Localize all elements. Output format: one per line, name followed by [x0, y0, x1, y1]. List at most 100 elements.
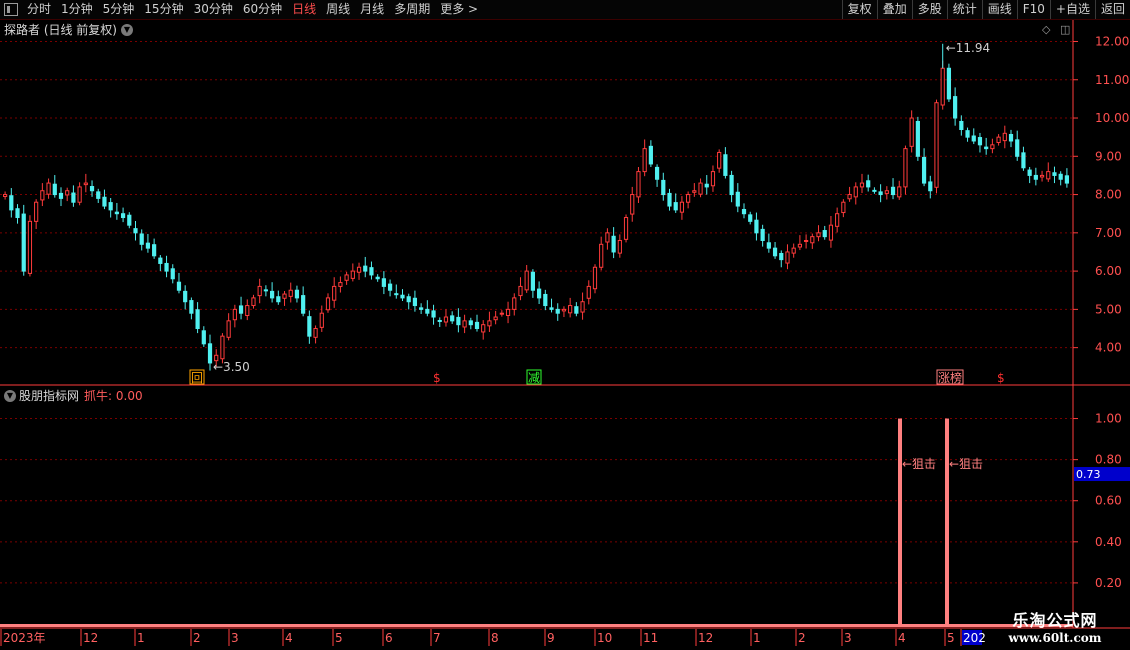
candle-body-129	[804, 239, 809, 242]
date-label-7: 6	[385, 631, 393, 645]
candle-body-114	[710, 171, 716, 187]
candle-body-38	[238, 305, 244, 314]
candle-body-109	[679, 201, 685, 213]
candle-body-107	[667, 192, 672, 207]
watermark: 乐淘公式网 www.60lt.com	[985, 607, 1125, 645]
candle-body-85	[530, 271, 535, 291]
date-label-15: 2	[798, 631, 806, 645]
date-label-5: 4	[285, 631, 293, 645]
candle-body-2	[15, 208, 20, 219]
candle-body-45	[282, 293, 287, 299]
candle-body-148	[921, 156, 927, 184]
date-label-11: 10	[597, 631, 612, 645]
candle-body-159	[990, 144, 995, 150]
candle-body-131	[816, 232, 821, 238]
candle-body-12	[77, 186, 82, 203]
candle-body-58	[363, 265, 368, 272]
candle-body-140	[872, 189, 877, 192]
candle-body-22	[139, 233, 144, 245]
low-price-label: ←3.50	[213, 360, 250, 374]
candle-body-168	[1046, 171, 1051, 180]
candle-body-31	[195, 309, 200, 330]
candle-body-68	[425, 308, 430, 314]
candle-body-76	[474, 321, 480, 330]
candle-body-63	[394, 293, 399, 296]
main-tick-label-0: 4.00	[1095, 341, 1122, 355]
marker-1: $	[433, 371, 441, 385]
main-tick-label-1: 5.00	[1095, 302, 1122, 316]
candle-body-36	[226, 320, 231, 338]
candle-body-1	[9, 195, 14, 211]
candle-body-61	[381, 278, 386, 287]
candle-body-163	[1015, 139, 1020, 157]
candle-body-94	[586, 285, 591, 299]
date-label-4: 3	[231, 631, 239, 645]
main-tick-label-8: 12.00	[1095, 34, 1129, 48]
candle-body-132	[822, 230, 827, 238]
candle-body-112	[698, 182, 703, 195]
date-label-10: 9	[547, 631, 555, 645]
candle-body-75	[468, 320, 473, 326]
candle-body-108	[673, 202, 678, 211]
candle-body-166	[1033, 174, 1038, 180]
candle-body-65	[406, 296, 411, 303]
candle-body-50	[313, 328, 318, 338]
date-label-6: 5	[335, 631, 343, 645]
main-tick-label-7: 11.00	[1095, 73, 1129, 87]
candle-body-78	[487, 320, 492, 327]
indicator-value-badge-text: 0.73	[1076, 468, 1101, 481]
marker-2: 减	[528, 371, 540, 385]
candle-body-103	[642, 148, 647, 173]
marker-3: 涨榜	[938, 370, 962, 385]
candle-body-51	[319, 312, 324, 328]
candle-body-97	[605, 232, 610, 243]
candle-body-111	[692, 190, 697, 193]
signal-label-0: ←狙击	[902, 457, 936, 471]
candle-body-141	[878, 191, 883, 196]
candle-body-59	[369, 267, 374, 276]
date-label-14: 1	[753, 631, 761, 645]
main-tick-label-6: 10.00	[1095, 111, 1129, 125]
date-label-13: 12	[698, 631, 713, 645]
candle-body-79	[493, 316, 498, 321]
candle-body-153	[953, 96, 958, 119]
candle-body-169	[1052, 172, 1057, 176]
candle-body-106	[661, 179, 666, 196]
candle-body-29	[183, 290, 188, 303]
candle-body-161	[1002, 132, 1007, 142]
candle-body-113	[704, 183, 709, 188]
candle-body-170	[1058, 173, 1063, 180]
candle-body-71	[443, 316, 449, 323]
date-label-17: 4	[898, 631, 906, 645]
candle-body-138	[859, 182, 865, 188]
candle-body-56	[350, 270, 355, 279]
watermark-line1: 乐淘公式网	[1012, 611, 1098, 630]
candle-body-151	[940, 67, 945, 106]
candle-body-86	[537, 288, 542, 299]
candle-body-3	[21, 213, 26, 272]
date-label-12: 11	[643, 631, 658, 645]
candle-body-154	[959, 120, 964, 131]
candle-body-144	[897, 186, 902, 198]
candle-body-30	[189, 300, 194, 314]
candle-body-147	[915, 120, 920, 157]
candle-body-125	[779, 252, 784, 261]
date-label-8: 7	[433, 631, 441, 645]
candle-body-164	[1021, 152, 1026, 169]
high-price-label: ←11.94	[946, 41, 990, 55]
candle-body-96	[599, 243, 604, 268]
candle-body-25	[158, 257, 163, 264]
candle-body-91	[568, 305, 573, 314]
candle-body-90	[561, 308, 567, 312]
candle-body-133	[828, 224, 834, 241]
candle-body-17	[108, 202, 113, 211]
date-label-3: 2	[193, 631, 201, 645]
candle-body-87	[543, 293, 548, 307]
candle-body-145	[903, 148, 908, 188]
candle-body-28	[176, 281, 182, 291]
candle-body-9	[58, 192, 64, 199]
ind-tick-label-4: 1.00	[1095, 412, 1122, 426]
candle-body-128	[797, 243, 802, 248]
main-tick-label-2: 6.00	[1095, 264, 1122, 278]
candle-body-123	[766, 242, 771, 249]
